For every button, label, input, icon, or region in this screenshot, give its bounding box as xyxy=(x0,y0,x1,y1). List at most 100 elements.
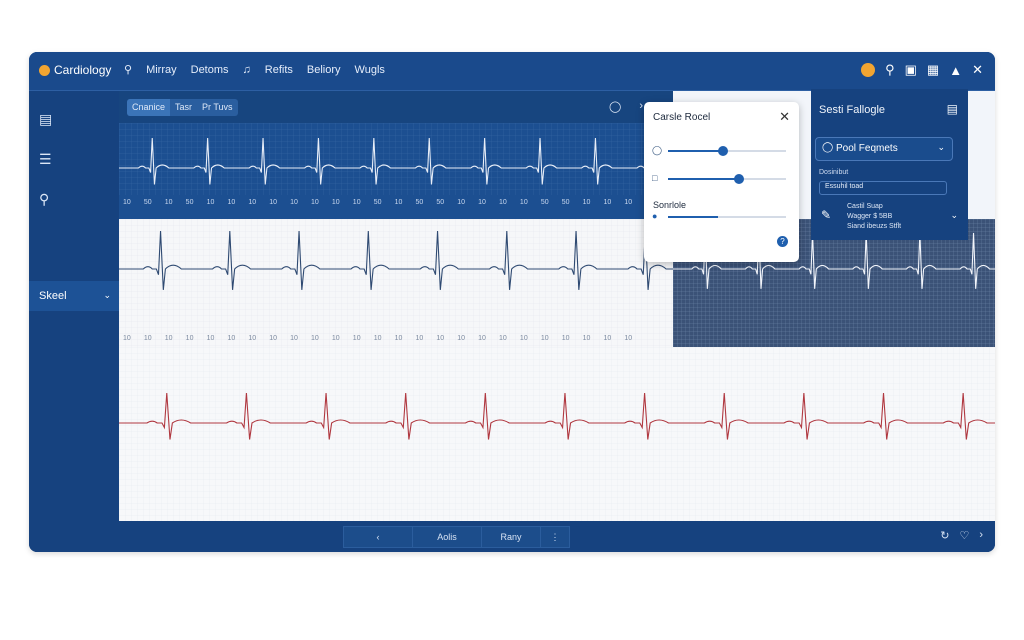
ecg-strip-middle-ticks: 10 10 10 10 10 10 10 10 10 10 10 10 10 10 10 10 10 10 10 10… xyxy=(123,335,645,342)
info-line: Wagger $ 5BB xyxy=(847,213,893,220)
right-panel: Sesti Fallogle ▤ ◯ Pool Feqmets ⌄ Dosini… xyxy=(811,89,968,240)
tick-label: 10 xyxy=(457,199,466,206)
tab-pr-tuvs[interactable]: Pr Tuvs xyxy=(197,99,238,116)
chevron-down-icon: ⌄ xyxy=(937,142,945,152)
filter-input[interactable]: Essuhil toad xyxy=(819,181,947,195)
arrow-right-icon[interactable]: › xyxy=(979,529,983,542)
heart-icon[interactable]: ♡ xyxy=(959,529,969,542)
slider-fill xyxy=(668,216,718,218)
more-vertical-icon: ⋮ xyxy=(550,532,560,542)
nav-item-refits[interactable]: Refits xyxy=(265,64,293,76)
back-button[interactable]: ‹ xyxy=(343,526,413,548)
nav-item-mirray[interactable]: Mirray xyxy=(146,64,177,76)
document-icon[interactable]: ▤ xyxy=(947,102,958,116)
tick-label: 10 xyxy=(519,199,528,206)
info-block: Castil Suap Wagger $ 5BB Siand ibeuzs St… xyxy=(847,202,901,232)
user-icon[interactable]: ⚲ xyxy=(39,191,55,207)
popover-title: Carsle Rocel xyxy=(653,112,711,123)
nav-item-beliory[interactable]: Beliory xyxy=(307,64,341,76)
tick-label: 10 xyxy=(394,335,403,342)
ecg-strip-top-ticks: 10 50 10 50 10 10 10 10 10 10 10 10 50 10 50 50 10 10 10 10… xyxy=(123,199,645,206)
slider-track xyxy=(668,146,786,156)
tick-label: 50 xyxy=(415,199,424,206)
calendar-icon[interactable]: ▦ xyxy=(927,62,939,78)
tick-label: 10 xyxy=(540,335,549,342)
tick-label: 10 xyxy=(311,335,319,342)
tick-label: 10 xyxy=(143,335,152,342)
app-logo[interactable]: Cardiology xyxy=(39,63,111,77)
ecg-strip-middle-graph xyxy=(119,219,673,347)
more-button[interactable]: ⋮ xyxy=(540,526,570,548)
arrow-icon[interactable]: › xyxy=(639,100,643,113)
tab-cnanice[interactable]: Cnanice xyxy=(127,99,171,116)
tick-label: 10 xyxy=(248,199,257,206)
view-tabs: Cnanice Tasr Pr Tuvs xyxy=(127,99,238,116)
sidebar: ▤ ☰ ⚲ Skeel ⌄ xyxy=(29,91,119,552)
slider-track xyxy=(668,216,786,218)
gift-icon[interactable]: ▣ xyxy=(905,62,917,78)
rany-button[interactable]: Rany xyxy=(481,526,541,548)
tick-label: 10 xyxy=(164,199,173,206)
clock-icon: ◯ xyxy=(652,145,663,155)
tick-label: 10 xyxy=(561,335,570,342)
tick-label: 10 xyxy=(519,335,528,342)
close-icon[interactable]: ✕ xyxy=(972,62,983,78)
tick-label: 50 xyxy=(143,199,152,206)
tick-label: 10 xyxy=(394,199,403,206)
tick-label: 10 xyxy=(478,199,486,206)
tick-label: 10 xyxy=(457,335,466,342)
tick-label: 10 xyxy=(624,199,633,206)
tick-label: 10 xyxy=(603,335,612,342)
sub-label: Dosinibut xyxy=(819,169,849,176)
tick-label: 50 xyxy=(436,199,445,206)
ecg-strip-top: 10 50 10 50 10 10 10 10 10 10 10 10 50 10 50 50 10 10 10 10… xyxy=(119,123,673,219)
select-value: Pool Feqmets xyxy=(836,143,898,154)
tick-label: 10 xyxy=(582,335,591,342)
search-icon[interactable]: ⚲ xyxy=(885,62,895,78)
aolis-button[interactable]: Aolis xyxy=(412,526,482,548)
nav-item-detoms[interactable]: Detoms xyxy=(191,64,229,76)
music-icon[interactable]: ♫ xyxy=(243,64,251,76)
slider-2[interactable]: □ xyxy=(652,173,792,185)
slider-knob[interactable] xyxy=(733,174,744,184)
tick-label: 10 xyxy=(499,199,507,206)
slider-3[interactable]: ● xyxy=(652,211,792,223)
bell-icon[interactable]: ▲ xyxy=(949,63,962,78)
profile-select[interactable]: ◯ Pool Feqmets ⌄ xyxy=(815,137,953,161)
tick-label: 10 xyxy=(290,335,298,342)
notification-badge-icon[interactable] xyxy=(861,63,876,77)
tick-label: 50 xyxy=(373,199,382,206)
tick-label: 10 xyxy=(185,335,194,342)
list-icon[interactable]: ☰ xyxy=(39,151,55,167)
top-bar: Cardiology ⚲ Mirray Detoms ♫ Refits Beli… xyxy=(29,52,995,91)
slider-1[interactable]: ◯ xyxy=(652,145,792,157)
tick-label: 10 xyxy=(123,199,131,206)
doc-icon: □ xyxy=(652,173,658,183)
nav-item-wugls[interactable]: Wugls xyxy=(355,64,385,76)
tick-label: 10 xyxy=(123,335,131,342)
toolbar-icons: ◯ › xyxy=(609,100,643,113)
location-icon[interactable]: ◯ xyxy=(609,100,621,113)
help-icon[interactable]: ? xyxy=(777,236,788,247)
search-icon[interactable]: ⚲ xyxy=(124,63,132,76)
tick-label: 10 xyxy=(499,335,507,342)
tick-label: 10 xyxy=(269,335,278,342)
tick-label: 10 xyxy=(478,335,486,342)
slider-knob[interactable] xyxy=(718,146,729,156)
settings-popover: Carsle Rocel ✕ ◯ □ Sonrlole ● ? xyxy=(644,102,799,262)
tab-tasr[interactable]: Tasr xyxy=(170,99,197,116)
chevron-down-icon[interactable]: ⌄ xyxy=(950,210,958,221)
tick-label: 10 xyxy=(436,335,445,342)
input-value: Essuhil toad xyxy=(825,183,864,190)
tick-label: 10 xyxy=(373,335,382,342)
pen-icon[interactable]: ✎ xyxy=(821,208,831,222)
close-icon[interactable]: ✕ xyxy=(779,109,790,125)
refresh-icon[interactable]: ↻ xyxy=(940,529,949,542)
tick-label: 10 xyxy=(311,199,319,206)
info-line: Castil Suap xyxy=(847,203,883,210)
book-icon[interactable]: ▤ xyxy=(39,111,55,127)
tick-label: 50 xyxy=(185,199,194,206)
sidebar-item-skeel[interactable]: Skeel ⌄ xyxy=(29,281,119,311)
logo-icon xyxy=(39,64,50,76)
tick-label: 10 xyxy=(603,199,612,206)
